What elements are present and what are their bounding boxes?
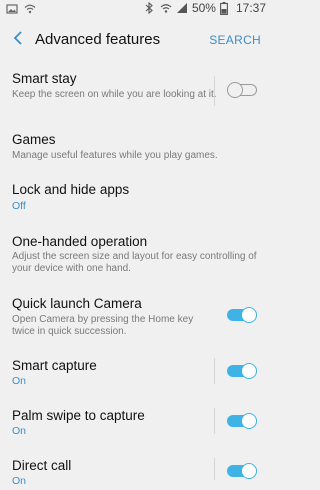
setting-one-handed-operation[interactable]: One-handed operation Adjust the screen s… — [0, 224, 270, 288]
bluetooth-icon — [144, 1, 156, 15]
divider — [214, 358, 215, 384]
setting-description: Manage useful features while you play ga… — [12, 150, 218, 161]
wifi-icon — [24, 2, 36, 14]
setting-status: Off — [12, 200, 26, 212]
setting-lock-and-hide-apps[interactable]: Lock and hide apps Off — [0, 172, 270, 224]
setting-games[interactable]: Games Manage useful features while you p… — [0, 122, 270, 172]
setting-direct-call[interactable]: Direct call On — [0, 450, 270, 490]
setting-title: One-handed operation — [12, 234, 148, 249]
setting-title: Direct call — [12, 458, 72, 473]
search-button[interactable]: SEARCH — [209, 33, 261, 47]
smart-stay-toggle[interactable] — [227, 82, 257, 98]
image-icon — [6, 2, 18, 14]
setting-title: Palm swipe to capture — [12, 408, 145, 423]
battery-icon — [220, 2, 232, 16]
setting-status: On — [12, 425, 27, 437]
setting-status: On — [12, 375, 27, 387]
setting-description: Keep the screen on while you are looking… — [12, 89, 217, 100]
back-button[interactable] — [8, 28, 28, 52]
signal-icon — [176, 2, 188, 14]
chevron-left-icon — [13, 30, 23, 50]
clock: 17:37 — [235, 1, 266, 15]
setting-status: On — [12, 475, 27, 487]
divider — [214, 76, 215, 106]
quick-launch-camera-toggle[interactable] — [227, 307, 257, 323]
setting-palm-swipe-to-capture[interactable]: Palm swipe to capture On — [0, 400, 270, 450]
setting-title: Lock and hide apps — [12, 182, 130, 197]
setting-title: Games — [12, 132, 56, 147]
direct-call-toggle[interactable] — [227, 463, 257, 479]
smart-capture-toggle[interactable] — [227, 363, 257, 379]
palm-swipe-to-capture-toggle[interactable] — [227, 413, 257, 429]
divider — [214, 458, 215, 480]
divider — [214, 408, 215, 434]
setting-smart-capture[interactable]: Smart capture On — [0, 350, 270, 400]
battery-percent: 50% — [191, 1, 216, 15]
setting-title: Smart stay — [12, 71, 77, 86]
setting-smart-stay[interactable]: Smart stay Keep the screen on while you … — [0, 60, 270, 122]
wifi-calling-icon — [160, 2, 172, 14]
setting-quick-launch-camera[interactable]: Quick launch Camera Open Camera by press… — [0, 288, 270, 350]
setting-description: Open Camera by pressing the Home key twi… — [12, 314, 194, 337]
app-header: Advanced features SEARCH — [0, 20, 270, 60]
page-title: Advanced features — [35, 31, 161, 48]
setting-description: Adjust the screen size and layout for ea… — [12, 251, 257, 274]
setting-title: Quick launch Camera — [12, 296, 142, 311]
status-bar: 50% 17:37 — [0, 0, 270, 20]
setting-title: Smart capture — [12, 358, 97, 373]
